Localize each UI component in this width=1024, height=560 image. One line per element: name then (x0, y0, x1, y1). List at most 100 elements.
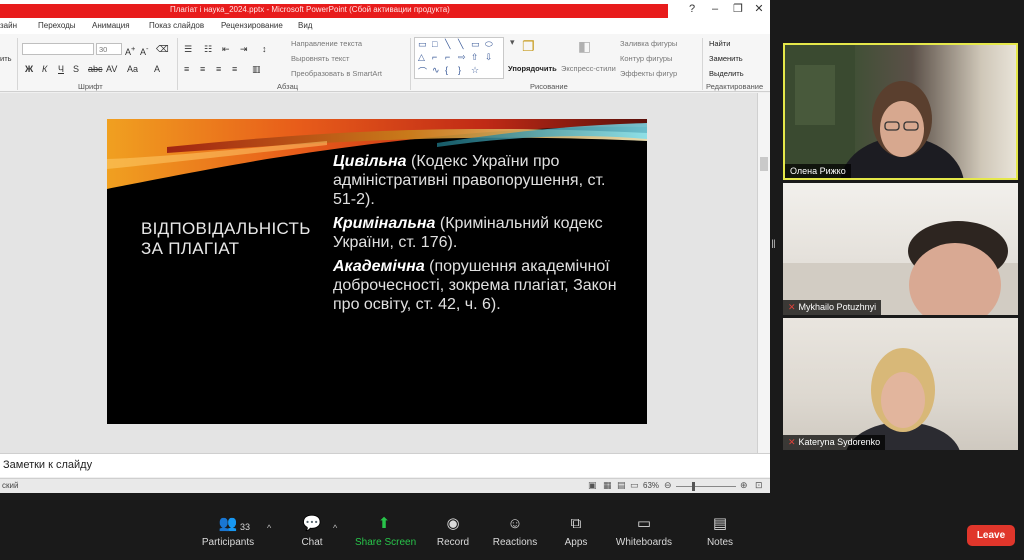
shape-fill-button[interactable]: Заливка фигуры (620, 39, 677, 48)
tab-design[interactable]: зайн (0, 21, 17, 30)
slide-notes-pane[interactable]: Заметки к слайду (0, 453, 770, 477)
record-button[interactable]: ◉ Record (434, 505, 472, 548)
quick-styles-button[interactable]: Экспресс-стили (561, 64, 616, 73)
decrease-indent-icon[interactable]: ⇤ (222, 44, 230, 55)
zoom-level[interactable]: 63% (643, 481, 659, 490)
fit-slide-icon[interactable]: ⊡ (755, 480, 763, 491)
align-text-button[interactable]: Выровнять текст (291, 54, 349, 63)
shape-arrow-right-icon[interactable]: ⇨ (458, 52, 466, 63)
chat-label: Chat (301, 537, 323, 548)
underline-icon[interactable]: Ч (58, 64, 64, 74)
shape-brace-icon[interactable]: } (458, 65, 461, 75)
chat-caret-icon[interactable]: ^ (333, 523, 337, 533)
shape-line-icon[interactable]: ╲ (458, 39, 463, 50)
spacing-icon[interactable]: AV (106, 64, 117, 74)
shapes-gallery[interactable]: ▭ □ ╲ ╲ ▭ ⬭ △ ⌐ ⌐ ⇨ ⇧ ⇩ ⌒ ∿ { } ☆ (414, 37, 504, 79)
align-right-icon[interactable]: ≡ (216, 64, 221, 74)
align-center-icon[interactable]: ≡ (200, 64, 205, 74)
tab-view[interactable]: Вид (298, 21, 312, 30)
shape-callout-icon[interactable]: ⌒ (418, 65, 427, 78)
shape-triangle-icon[interactable]: △ (418, 52, 425, 63)
shape-square-icon[interactable]: □ (432, 39, 437, 49)
shape-oval-icon[interactable]: ⬭ (485, 39, 493, 50)
select-button[interactable]: Выделить (709, 69, 744, 78)
tab-animation[interactable]: Анимация (92, 21, 130, 30)
restore-icon[interactable]: ❐ (727, 2, 749, 17)
text-direction-button[interactable]: Направление текста (291, 39, 362, 48)
font-color-icon[interactable]: A (154, 64, 160, 74)
bold-icon[interactable]: Ж (25, 64, 33, 74)
shape-effects-button[interactable]: Эффекты фигур (620, 69, 677, 78)
numbering-icon[interactable]: ☷ (204, 44, 212, 55)
zoom-out-icon[interactable]: ⊖ (664, 480, 672, 491)
replace-button[interactable]: Заменить (709, 54, 743, 63)
shape-outline-button[interactable]: Контур фигуры (620, 54, 672, 63)
apps-button[interactable]: ⧉ Apps (561, 505, 591, 548)
current-slide[interactable]: ВІДПОВІДАЛЬНІСТЬ ЗА ПЛАГІАТ Цивільна (Ко… (107, 119, 647, 424)
gallery-more-icon[interactable]: ▾ (510, 37, 515, 48)
reading-view-icon[interactable]: ▤ (617, 480, 626, 491)
participant-tile-active-speaker[interactable]: Олена Рижко (783, 43, 1018, 180)
shared-powerpoint-window: Плагіат і наука_2024.pptx - Microsoft Po… (0, 0, 770, 493)
reactions-button[interactable]: ☺ Reactions (492, 505, 538, 548)
close-icon[interactable]: ✕ (748, 2, 770, 17)
shape-line-icon[interactable]: ╲ (445, 39, 450, 50)
shape-rect-icon[interactable]: ▭ (471, 39, 480, 50)
clear-format-icon[interactable]: ⌫ (156, 44, 169, 55)
minimize-icon[interactable]: – (704, 2, 726, 17)
help-icon[interactable]: ? (681, 2, 703, 17)
shape-brace-icon[interactable]: { (445, 65, 448, 75)
ppt-statusbar: ский ▣ ▦ ▤ ▭ 63% ⊖ ⊕ ⊡ (0, 478, 770, 493)
shape-connector-icon[interactable]: ⌐ (432, 52, 437, 62)
arrange-icon[interactable]: ❐ (522, 38, 535, 55)
share-screen-button[interactable]: ⬆ Share Screen (355, 505, 416, 548)
align-left-icon[interactable]: ≡ (184, 64, 189, 74)
justify-icon[interactable]: ≡ (232, 64, 237, 74)
whiteboard-icon: ▭ (636, 515, 652, 532)
scrollbar-thumb[interactable] (760, 157, 768, 171)
columns-icon[interactable]: ▥ (252, 64, 261, 75)
participant-video (783, 221, 1018, 315)
shape-rectangle-icon[interactable]: ▭ (418, 39, 427, 50)
chat-button[interactable]: 💬 Chat (296, 505, 328, 548)
tab-review[interactable]: Рецензирование (221, 21, 283, 30)
italic-icon[interactable]: К (42, 64, 47, 74)
shrink-font-icon[interactable]: A- (140, 44, 149, 57)
participant-tile[interactable]: ✕ Kateryna Sydorenko (783, 318, 1018, 450)
strikethrough-icon[interactable]: abc (88, 64, 103, 74)
slideshow-view-icon[interactable]: ▭ (630, 480, 639, 491)
leave-button[interactable]: Leave (967, 525, 1015, 546)
shadow-icon[interactable]: S (73, 64, 79, 74)
bullets-icon[interactable]: ☰ (184, 44, 192, 55)
zoom-slider[interactable] (676, 486, 736, 487)
shape-connector-icon[interactable]: ⌐ (445, 52, 450, 62)
convert-smartart-button[interactable]: Преобразовать в SmartArt (291, 69, 382, 78)
vertical-scrollbar[interactable] (757, 93, 770, 453)
view-splitter-handle[interactable]: ‖ (771, 237, 776, 259)
normal-view-icon[interactable]: ▣ (588, 480, 597, 491)
slide-body: Цивільна (Кодекс України про адміністрат… (333, 152, 633, 319)
whiteboards-button[interactable]: ▭ Whiteboards (615, 505, 673, 548)
change-case-icon[interactable]: Aa (127, 64, 138, 74)
slide-bullet: Кримінальна (Кримінальний кодекс України… (333, 214, 633, 252)
find-button[interactable]: Найти (709, 39, 730, 48)
line-spacing-icon[interactable]: ↕ (262, 44, 267, 54)
participants-caret-icon[interactable]: ^ (267, 523, 271, 533)
tab-transitions[interactable]: Переходы (38, 21, 76, 30)
grow-font-icon[interactable]: A+ (125, 44, 135, 57)
tab-slideshow[interactable]: Показ слайдов (149, 21, 204, 30)
zoom-slider-handle[interactable] (692, 482, 695, 491)
arrange-button[interactable]: Упорядочить (508, 64, 557, 73)
shape-star-icon[interactable]: ☆ (471, 65, 479, 76)
shape-arrow-up-icon[interactable]: ⇧ (471, 52, 479, 63)
participant-tile[interactable]: ✕ Mykhailo Potuzhnyi (783, 183, 1018, 315)
slide-sorter-icon[interactable]: ▦ (603, 480, 612, 491)
quick-styles-icon[interactable]: ◧ (578, 38, 591, 55)
shape-curve-icon[interactable]: ∿ (432, 65, 440, 76)
font-name-box[interactable] (22, 43, 94, 55)
zoom-in-icon[interactable]: ⊕ (740, 480, 748, 491)
notes-button[interactable]: ▤ Notes (704, 505, 736, 548)
increase-indent-icon[interactable]: ⇥ (240, 44, 248, 55)
shape-arrow-down-icon[interactable]: ⇩ (485, 52, 493, 63)
font-size-box[interactable]: 30 (96, 43, 122, 55)
